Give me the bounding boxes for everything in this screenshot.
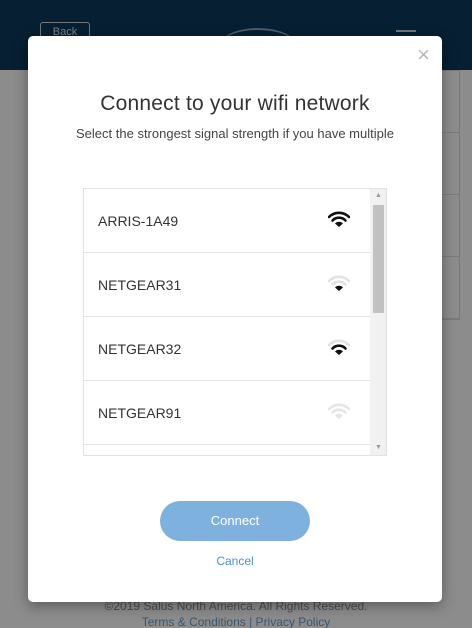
- scroll-down-arrow-icon[interactable]: ▼: [370, 441, 386, 455]
- network-list[interactable]: ARRIS-1A49 NETGEAR31 NETGEAR32 NETGEAR91…: [83, 188, 387, 456]
- wifi-good-icon: [328, 339, 350, 355]
- cancel-link[interactable]: Cancel: [28, 554, 442, 568]
- network-name: NETGEAR32: [98, 341, 182, 357]
- wifi-connect-dialog: × Connect to your wifi network Select th…: [28, 36, 442, 602]
- network-row-arris-1a49[interactable]: ARRIS-1A49: [84, 189, 370, 253]
- scroll-thumb[interactable]: [373, 205, 384, 313]
- wifi-faint-icon: [328, 403, 350, 419]
- network-row-netgear91[interactable]: NETGEAR91: [84, 381, 370, 445]
- list-scrollbar[interactable]: ▲ ▼: [370, 189, 386, 455]
- wifi-weak-icon: [328, 275, 350, 291]
- dialog-subtitle: Select the strongest signal strength if …: [76, 126, 394, 141]
- network-row-netgear31[interactable]: NETGEAR31: [84, 253, 370, 317]
- dialog-title: Connect to your wifi network: [100, 92, 370, 115]
- wifi-strong-icon: [328, 211, 350, 227]
- network-row-netgear32[interactable]: NETGEAR32: [84, 317, 370, 381]
- scroll-up-arrow-icon[interactable]: ▲: [370, 189, 386, 203]
- network-name: ARRIS-1A49: [98, 213, 179, 229]
- network-name: NETGEAR91: [98, 405, 182, 421]
- network-row-partial[interactable]: [84, 445, 370, 455]
- close-icon[interactable]: ×: [417, 42, 430, 68]
- connect-button[interactable]: Connect: [160, 501, 310, 541]
- network-name: NETGEAR31: [98, 277, 182, 293]
